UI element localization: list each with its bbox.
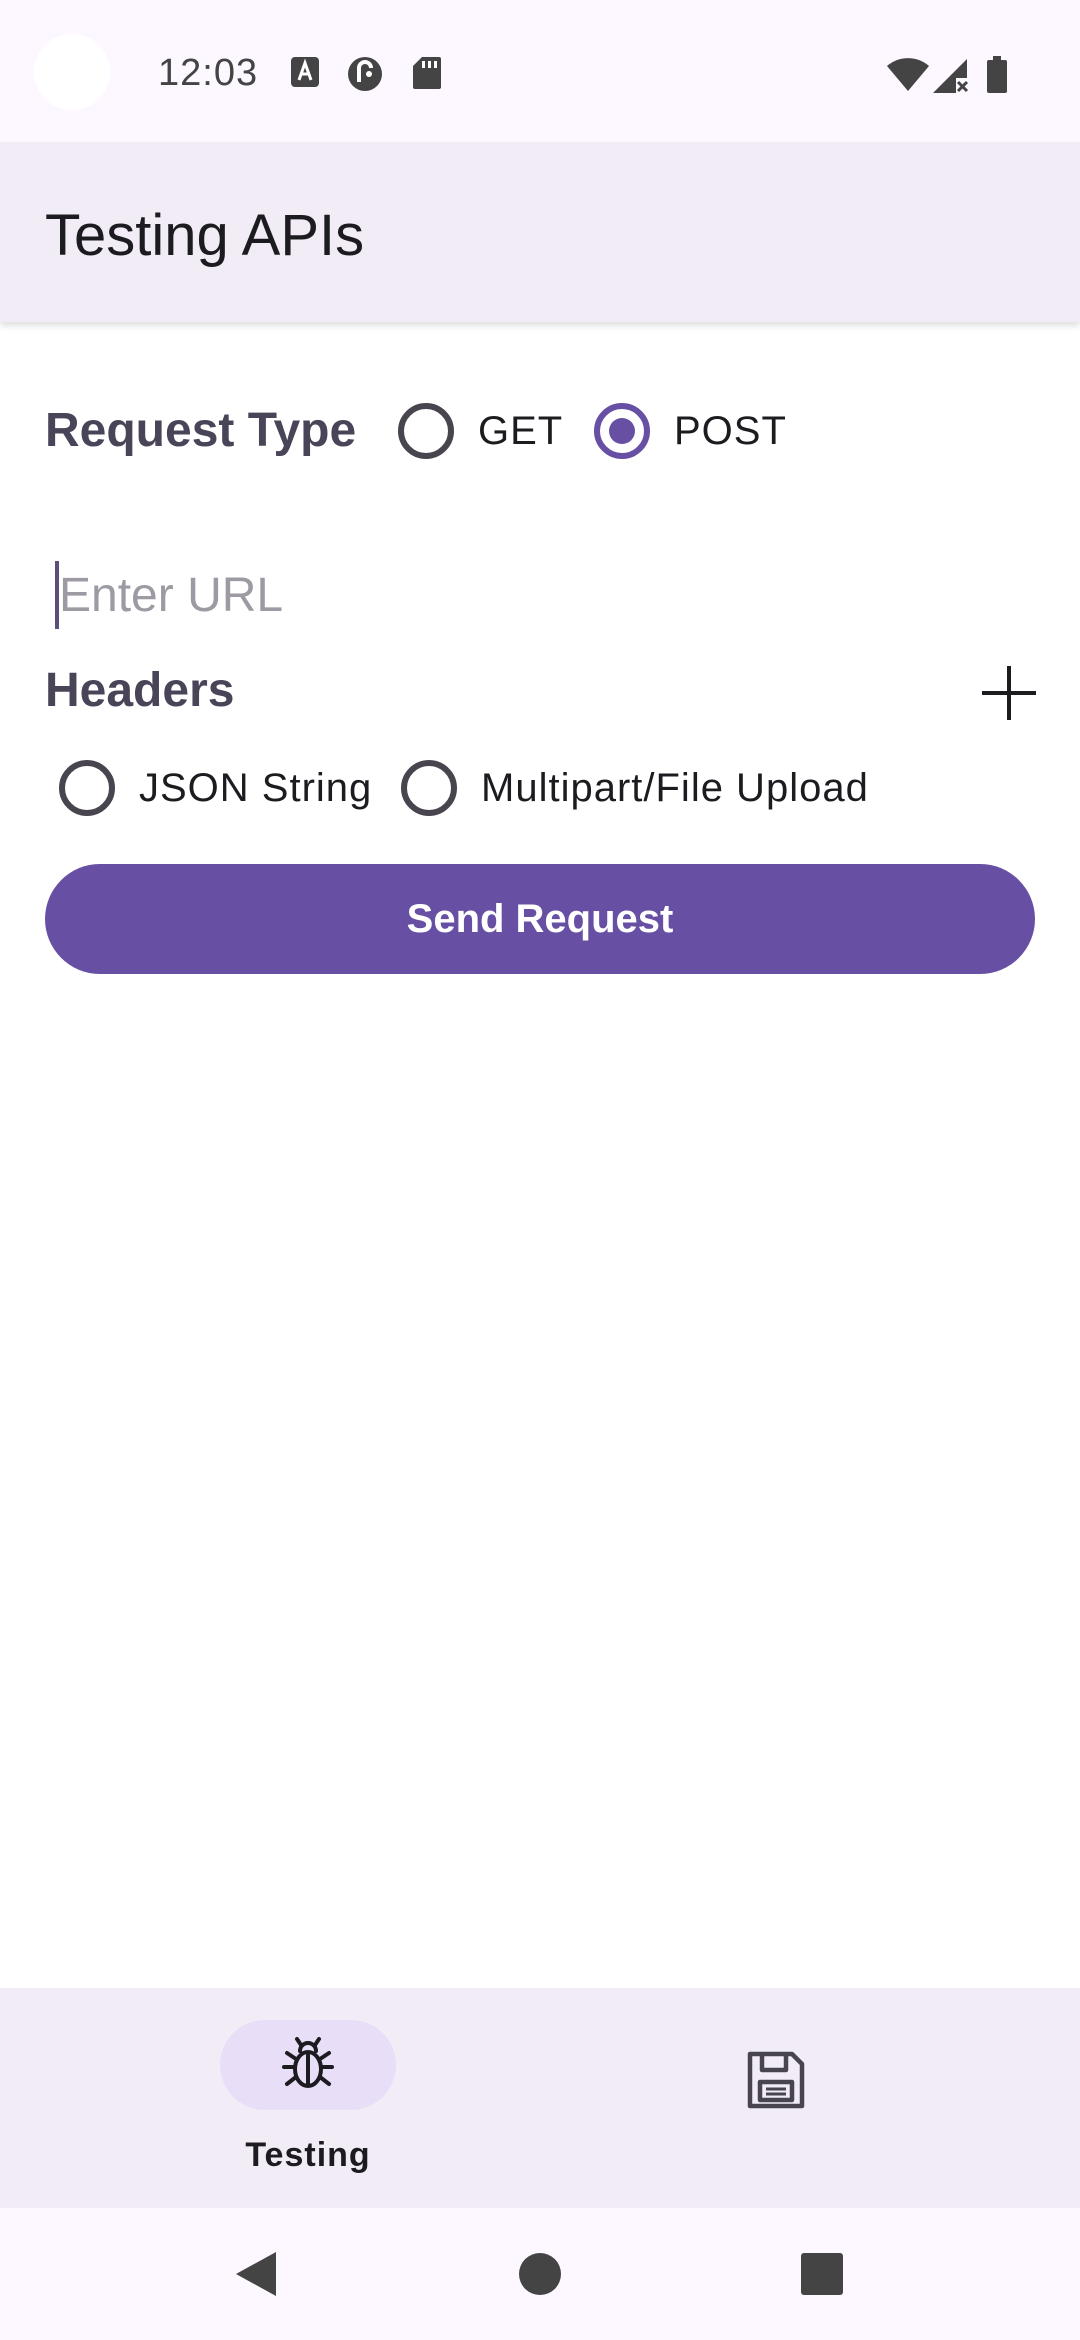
top-app-bar: Testing APIs — [0, 142, 1080, 322]
send-request-label: Send Request — [406, 896, 674, 941]
radio-json-string[interactable]: JSON String — [59, 760, 372, 816]
home-icon[interactable] — [518, 2252, 562, 2301]
battery-icon — [986, 56, 1008, 94]
recents-icon[interactable] — [800, 2252, 844, 2301]
radio-post-label: POST — [674, 408, 787, 453]
radio-get-circle[interactable] — [398, 403, 454, 459]
nav-item-testing[interactable]: Testing — [0, 1988, 540, 2208]
nav-label-testing: Testing — [245, 2136, 371, 2174]
nav-item-saved[interactable] — [540, 1988, 1080, 2208]
radio-multipart-label: Multipart/File Upload — [481, 765, 869, 810]
bottom-navigation: Testing — [0, 1988, 1080, 2208]
pocket-casts-icon — [346, 56, 384, 92]
send-request-button[interactable]: Send Request — [45, 864, 1035, 974]
radio-get-label: GET — [478, 408, 564, 453]
plus-icon — [976, 666, 1042, 730]
page-title: Testing APIs — [45, 203, 365, 268]
radio-json-string-circle[interactable] — [59, 760, 115, 816]
request-type-label: Request Type — [45, 404, 357, 457]
url-placeholder: Enter URL — [59, 568, 284, 622]
status-bar: 12:03 — [0, 0, 1080, 142]
wifi-icon — [886, 58, 930, 92]
bug-icon — [276, 2031, 340, 2100]
back-icon[interactable] — [234, 2250, 278, 2303]
camera-cutout — [34, 34, 110, 110]
headers-label: Headers — [45, 664, 235, 717]
sd-card-icon — [412, 56, 442, 90]
radio-post[interactable]: POST — [594, 403, 787, 459]
system-navigation-bar — [0, 2208, 1080, 2340]
radio-post-circle[interactable] — [594, 403, 650, 459]
a-notification-icon — [290, 56, 320, 88]
signal-no-service-icon — [932, 58, 970, 94]
status-time: 12:03 — [158, 52, 259, 94]
nav-active-indicator — [220, 2020, 396, 2110]
radio-get[interactable]: GET — [398, 403, 563, 459]
add-header-button[interactable] — [976, 660, 1042, 726]
save-icon — [740, 2044, 812, 2116]
radio-json-string-label: JSON String — [139, 765, 373, 810]
screen: 12:03 Testing APIs Request Type GET POST… — [0, 0, 1080, 2340]
radio-multipart[interactable]: Multipart/File Upload — [401, 760, 869, 816]
radio-multipart-circle[interactable] — [401, 760, 457, 816]
url-input[interactable]: Enter URL — [45, 540, 1035, 650]
